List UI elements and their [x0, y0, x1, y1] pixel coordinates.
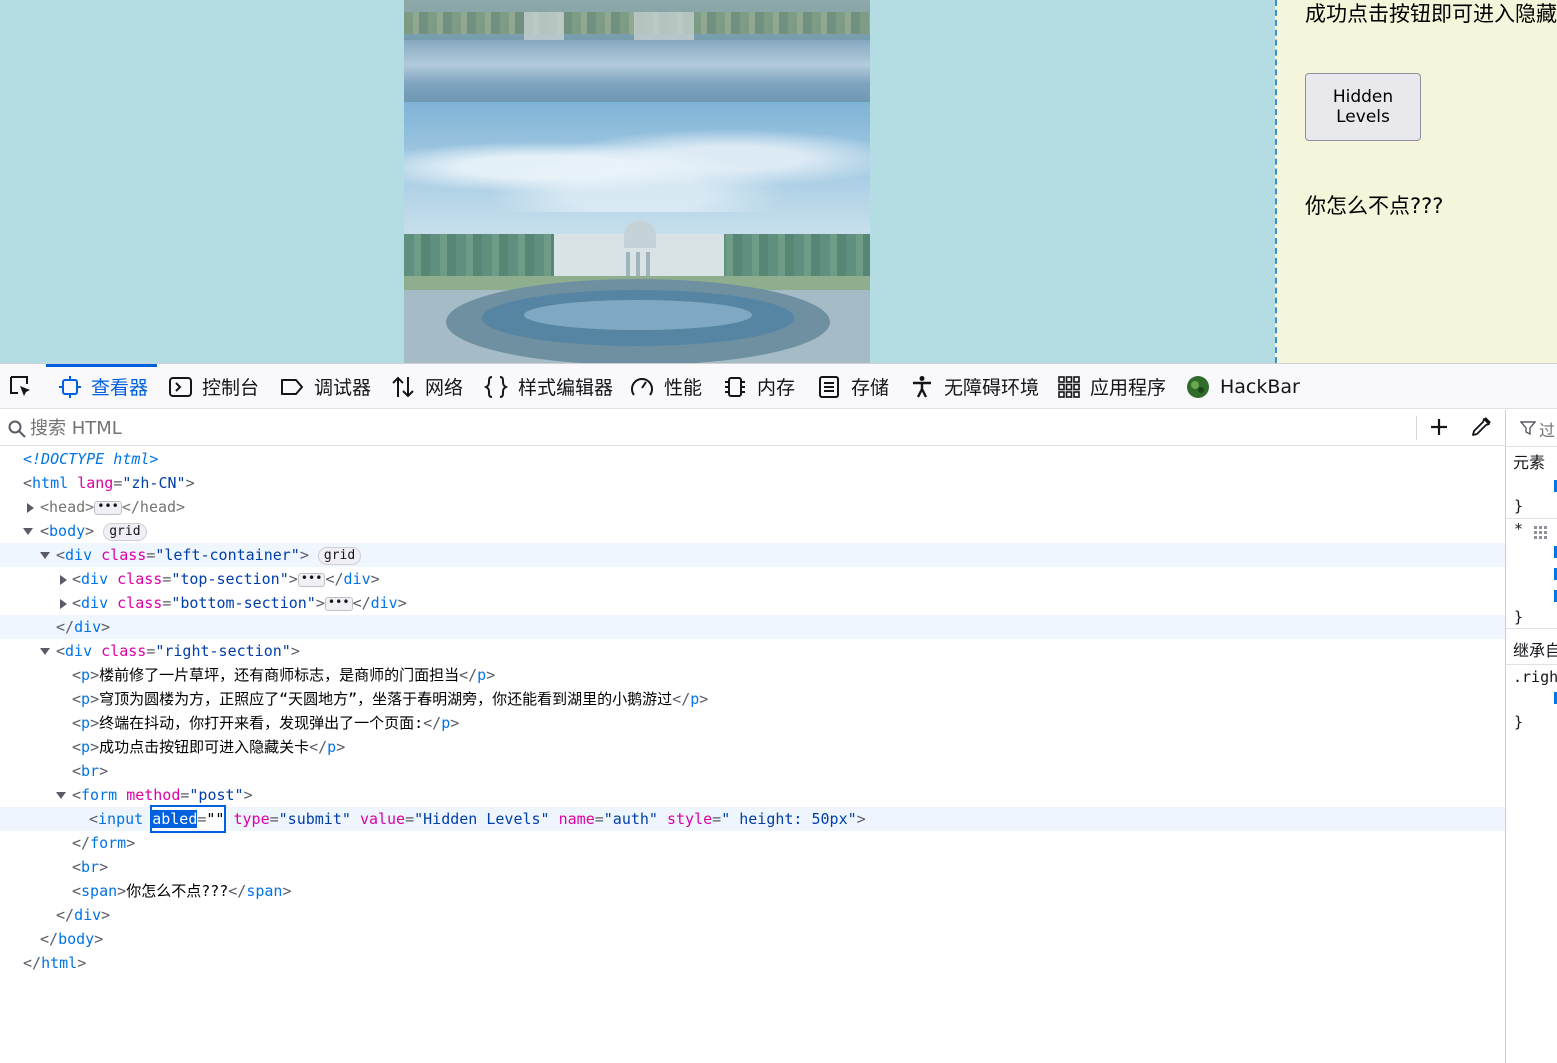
tab-label: 样式编辑器	[518, 377, 614, 399]
markup-node-div-close[interactable]: </div>	[0, 615, 1505, 639]
tab-storage[interactable]: 存储	[817, 364, 889, 409]
page-viewport: 成功点击按钮即可进入隐藏 Hidden Levels 你怎么不点???	[0, 0, 1557, 363]
hidden-levels-button[interactable]: Hidden Levels	[1305, 73, 1421, 141]
add-node-icon[interactable]	[1428, 416, 1450, 442]
element-picker-icon[interactable]	[8, 374, 34, 404]
markup-node-p[interactable]: <p>成功点击按钮即可进入隐藏关卡</p>	[0, 735, 1505, 759]
collapsed-arrow-icon[interactable]	[60, 575, 67, 585]
tab-network[interactable]: 网络	[391, 364, 463, 409]
markup-node-head[interactable]: <head> ••• </head>	[0, 495, 1505, 519]
rules-panel: 过 元素 } * } 继承自 .righ }	[1505, 410, 1557, 1063]
tab-label: 查看器	[91, 377, 149, 399]
hackbar-icon	[1187, 375, 1209, 398]
markup-node-p[interactable]: <p>楼前修了一片草坪，还有商师标志，是商师的门面担当</p>	[0, 663, 1505, 687]
filter-styles-input[interactable]: 过	[1539, 417, 1555, 441]
grid-icon	[1534, 526, 1547, 539]
success-hint-text: 成功点击按钮即可进入隐藏	[1305, 2, 1557, 26]
inherited-from-label: 继承自	[1513, 641, 1557, 660]
expanded-arrow-icon[interactable]	[56, 792, 66, 799]
bottom-section-image	[404, 102, 870, 363]
markup-node-p[interactable]: <p>终端在抖动，你打开来看，发现弹出了一个页面:</p>	[0, 711, 1505, 735]
debugger-icon	[281, 378, 303, 395]
rule-selector: .righ	[1513, 668, 1557, 686]
markup-node-top-section[interactable]: <div class="top-section"> ••• </div>	[0, 567, 1505, 591]
tab-debugger[interactable]: 调试器	[280, 364, 371, 409]
markup-node-br[interactable]: <br>	[0, 855, 1505, 879]
storage-icon	[819, 375, 839, 398]
tab-hackbar[interactable]: HackBar	[1186, 364, 1300, 409]
right-section: 成功点击按钮即可进入隐藏 Hidden Levels 你怎么不点???	[1275, 0, 1557, 363]
eyedropper-icon[interactable]	[1470, 416, 1492, 442]
expand-ellipsis-icon[interactable]: •••	[324, 596, 353, 611]
markup-node-left-container[interactable]: <div class="left-container"> grid	[0, 543, 1505, 567]
tab-label: 控制台	[202, 377, 260, 399]
markup-view: <!DOCTYPE html> <html lang="zh-CN"> <hea…	[0, 447, 1505, 1063]
markup-node-input[interactable]: <input abled="" type="submit" value="Hid…	[0, 805, 1505, 833]
console-icon	[169, 376, 192, 397]
tab-inspector[interactable]: 查看器	[59, 364, 148, 409]
expanded-arrow-icon[interactable]	[40, 648, 50, 655]
search-html-input[interactable]	[30, 415, 1400, 441]
devtools-toolbar: 查看器 控制台 调试器 网络 样式编辑器 性能 内存 存储 无障碍环境 应用程序…	[0, 364, 1557, 409]
tab-label: 应用程序	[1090, 377, 1167, 399]
tab-style-editor[interactable]: 样式编辑器	[484, 364, 613, 409]
search-icon	[8, 420, 26, 442]
accessibility-icon	[913, 375, 931, 398]
expand-ellipsis-icon[interactable]: •••	[297, 572, 326, 587]
tab-label: 网络	[425, 377, 464, 399]
markup-node-div-close[interactable]: </div>	[0, 903, 1505, 927]
tab-label: 调试器	[314, 377, 372, 399]
devtools-panel: 查看器 控制台 调试器 网络 样式编辑器 性能 内存 存储 无障碍环境 应用程序…	[0, 363, 1557, 1063]
markup-node-br[interactable]: <br>	[0, 759, 1505, 783]
expanded-arrow-icon[interactable]	[40, 552, 50, 559]
tab-application[interactable]: 应用程序	[1058, 364, 1166, 409]
markup-node-form-close[interactable]: </form>	[0, 831, 1505, 855]
style-editor-icon	[484, 375, 508, 398]
filter-icon	[1520, 421, 1536, 436]
tab-memory[interactable]: 内存	[723, 364, 795, 409]
network-icon	[392, 376, 414, 397]
attribute-edit-field[interactable]: abled=""	[150, 805, 227, 833]
tab-label: HackBar	[1220, 375, 1300, 398]
memory-icon	[725, 376, 745, 397]
markup-node-doctype[interactable]: <!DOCTYPE html>	[0, 447, 1505, 471]
markup-node-form[interactable]: <form method="post">	[0, 783, 1505, 807]
performance-icon	[631, 377, 653, 396]
tab-performance[interactable]: 性能	[630, 364, 702, 409]
markup-node-html[interactable]: <html lang="zh-CN">	[0, 471, 1505, 495]
tab-label: 存储	[851, 377, 890, 399]
tab-label: 内存	[757, 377, 796, 399]
grid-badge[interactable]: grid	[317, 547, 362, 565]
tab-label: 性能	[664, 377, 703, 399]
campus-photo	[404, 0, 870, 363]
grid-badge[interactable]: grid	[103, 523, 147, 541]
html-search-bar	[0, 410, 1505, 446]
markup-node-right-section[interactable]: <div class="right-section">	[0, 639, 1505, 663]
markup-node-bottom-section[interactable]: <div class="bottom-section"> ••• </div>	[0, 591, 1505, 615]
markup-node-p[interactable]: <p>穹顶为圆楼为方，正照应了“天圆地方”，坐落于春明湖旁，你还能看到湖里的小鹅…	[0, 687, 1505, 711]
expand-ellipsis-icon[interactable]: •••	[94, 500, 122, 515]
top-section-image	[404, 0, 870, 102]
collapsed-arrow-icon[interactable]	[27, 503, 34, 513]
markup-node-html-close[interactable]: </html>	[0, 951, 1505, 975]
markup-node-body-close[interactable]: </body>	[0, 927, 1505, 951]
tab-accessibility[interactable]: 无障碍环境	[910, 364, 1039, 409]
markup-node-span[interactable]: <span>你怎么不点???</span>	[0, 879, 1505, 903]
application-icon	[1058, 375, 1080, 398]
element-rule-label: 元素	[1513, 453, 1546, 472]
inspector-icon	[59, 375, 81, 398]
tab-console[interactable]: 控制台	[169, 364, 259, 409]
expanded-arrow-icon[interactable]	[23, 528, 33, 535]
tab-label: 无障碍环境	[944, 377, 1040, 399]
markup-node-body[interactable]: <body> grid	[0, 519, 1505, 543]
why-not-click-text: 你怎么不点???	[1305, 194, 1444, 218]
collapsed-arrow-icon[interactable]	[60, 599, 67, 609]
